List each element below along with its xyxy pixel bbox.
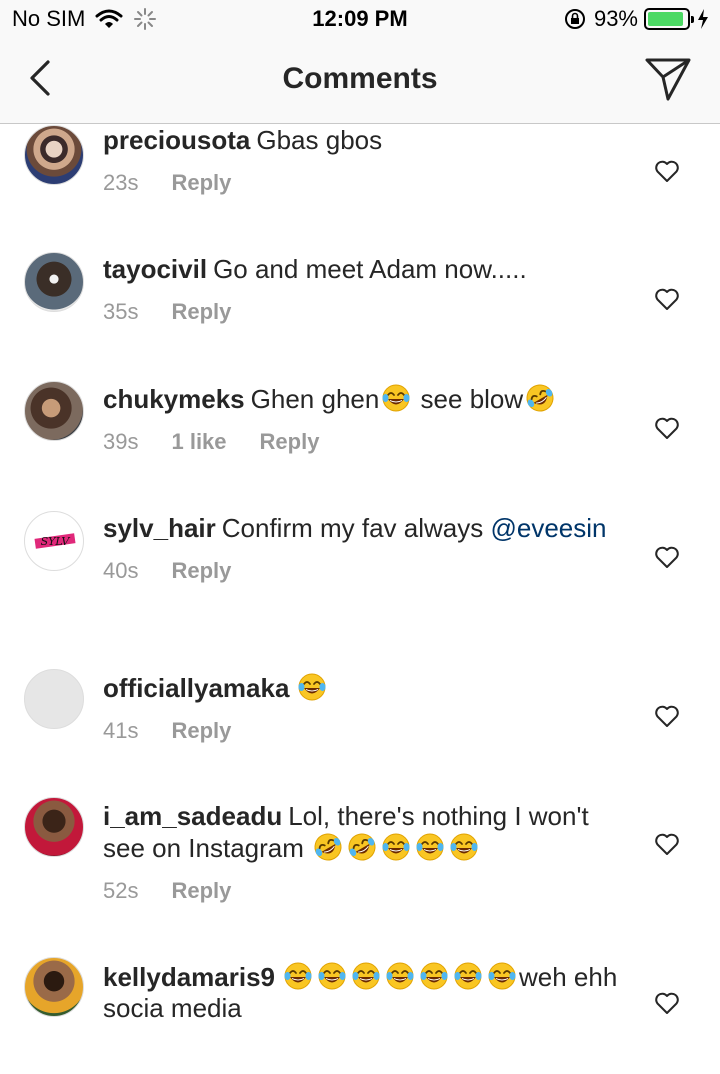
comment-username[interactable]: officiallyamaka [103,673,289,703]
comment-meta: 23s Reply [103,170,623,196]
tears-of-joy-emoji-icon [488,962,516,990]
reply-button[interactable]: Reply [171,558,231,584]
avatar[interactable] [24,252,84,312]
tears-of-joy-emoji-icon [318,962,346,990]
comment-meta: 35s Reply [103,299,623,325]
comment-username[interactable]: chukymeks [103,384,245,414]
comment-body: chukymeks Ghen ghen see blow 39s 1 like Repl… [103,383,623,455]
tears-of-joy-emoji-icon [416,833,444,861]
comment-text: i_am_sadeadu Lol, there's nothing I won't… [103,801,623,864]
reply-button[interactable]: Reply [171,170,231,196]
comment-likes[interactable]: 1 like [171,429,226,455]
comment-timestamp: 41s [103,718,139,743]
tears-of-joy-emoji-icon [298,673,326,701]
reply-button[interactable]: Reply [171,718,231,744]
tears-of-joy-emoji-icon [382,384,410,412]
orientation-lock-icon [564,9,585,29]
svg-text:SYLV: SYLV [41,535,71,548]
comment-message: Go and meet Adam now..... [213,254,527,284]
comment-message: Confirm my fav always [221,513,491,543]
tears-of-joy-emoji-icon [450,833,478,861]
charging-bolt-icon [698,9,708,29]
comment-text: chukymeks Ghen ghen see blow [103,383,623,415]
heart-like-icon[interactable] [654,416,680,440]
comment-username[interactable]: kellydamaris9 [103,962,275,992]
comment-timestamp: 35s [103,299,139,324]
page-title: Comments [282,62,438,95]
tears-of-joy-emoji-icon [284,962,312,990]
comment-meta: 41s Reply [103,718,623,744]
sylv-logo-icon: SYLV [34,533,76,549]
heart-like-icon[interactable] [654,545,680,569]
tears-of-joy-emoji-icon [352,962,380,990]
battery-nub [691,16,694,23]
tears-of-joy-emoji-icon [386,962,414,990]
reply-button[interactable]: Reply [171,878,231,904]
comment-mention[interactable]: @eveesin [490,513,606,543]
comment-body: i_am_sadeadu Lol, there's nothing I won't… [103,801,623,904]
paper-plane-icon[interactable] [644,56,692,102]
comment-body: preciousota Gbas gbos 23s Reply [103,125,623,196]
tears-of-joy-emoji-icon [382,833,410,861]
comment-timestamp: 23s [103,170,139,195]
comment-username[interactable]: sylv_hair [103,513,216,543]
battery-fill [648,12,684,26]
status-bar: No SIM 12:09 PM 93% [0,0,720,40]
avatar[interactable] [24,381,84,441]
heart-like-icon[interactable] [654,832,680,856]
comment-message: Ghen ghen [250,384,380,414]
comment-message: see blow [413,384,524,414]
comment-message: Gbas gbos [256,125,383,155]
heart-like-icon[interactable] [654,991,680,1015]
battery-icon [644,8,694,30]
comment-text: tayocivil Go and meet Adam now..... [103,254,623,285]
comment-body: kellydamaris9 weh ehh socia media [103,961,623,1024]
status-right: 93% [564,6,710,32]
battery-percent: 93% [593,6,638,31]
heart-like-icon[interactable] [654,287,680,311]
comment-timestamp: 52s [103,878,139,903]
comment-username[interactable]: i_am_sadeadu [103,801,282,831]
comment-meta: 52s Reply [103,878,623,904]
avatar[interactable] [24,125,84,185]
comment-meta: 39s 1 like Reply [103,429,623,455]
heart-like-icon[interactable] [654,704,680,728]
heart-like-icon[interactable] [654,159,680,183]
comment-username[interactable]: preciousota [103,125,250,155]
avatar[interactable] [24,797,84,857]
avatar[interactable] [24,957,84,1017]
tears-of-joy-emoji-icon [454,962,482,990]
comment-body: officiallyamaka 41s Reply [103,672,623,744]
comment-text: sylv_hair Confirm my fav always @eveesin [103,513,623,544]
rofl-emoji-icon [348,833,376,861]
comment-body: tayocivil Go and meet Adam now..... 35s Rep… [103,254,623,325]
rofl-emoji-icon [526,384,554,412]
comment-timestamp: 40s [103,558,139,583]
comment-body: sylv_hair Confirm my fav always @eveesin 4… [103,513,623,584]
rofl-emoji-icon [314,833,342,861]
comment-username[interactable]: tayocivil [103,254,207,284]
tears-of-joy-emoji-icon [420,962,448,990]
nav-bar: Comments [0,40,720,124]
avatar[interactable]: SYLV [24,511,84,571]
reply-button[interactable]: Reply [260,429,320,455]
reply-button[interactable]: Reply [171,299,231,325]
comment-text: kellydamaris9 weh ehh socia media [103,961,623,1024]
comment-meta: 40s Reply [103,558,623,584]
avatar[interactable] [24,669,84,729]
comment-timestamp: 39s [103,429,139,454]
comment-text: preciousota Gbas gbos [103,125,623,156]
comment-text: officiallyamaka [103,672,623,704]
